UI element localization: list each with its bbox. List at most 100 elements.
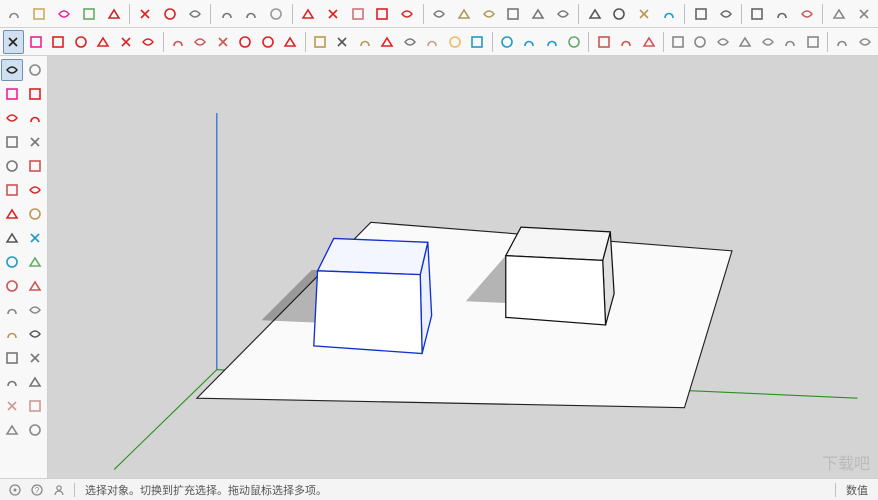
- pan-s-button[interactable]: [25, 323, 47, 345]
- walk-button[interactable]: [444, 30, 465, 54]
- prev-button[interactable]: [616, 30, 637, 54]
- credits-icon[interactable]: ?: [28, 481, 46, 499]
- roof3-button[interactable]: [735, 30, 756, 54]
- roof6-button[interactable]: [803, 30, 824, 54]
- entity-info-button[interactable]: [77, 2, 100, 26]
- offset2-button[interactable]: [212, 30, 233, 54]
- window-s-button[interactable]: [1, 395, 23, 417]
- freehand-s-button[interactable]: [25, 107, 47, 129]
- follow2-s-button[interactable]: [1, 251, 23, 273]
- freehand-button[interactable]: [134, 2, 157, 26]
- style2-button[interactable]: [771, 2, 794, 26]
- move2-button[interactable]: [138, 30, 159, 54]
- preset-s-button[interactable]: [25, 419, 47, 441]
- scale-s-button[interactable]: [1, 227, 23, 249]
- style1-button[interactable]: [746, 2, 769, 26]
- rot-s-button[interactable]: [25, 203, 47, 225]
- solid-union-button[interactable]: [527, 2, 550, 26]
- rotate-button[interactable]: [371, 2, 394, 26]
- shape-s-button[interactable]: [25, 155, 47, 177]
- camera-button[interactable]: [827, 2, 850, 26]
- window-zoom-button[interactable]: [564, 30, 585, 54]
- protractor-button[interactable]: [354, 30, 375, 54]
- profile-icon[interactable]: [50, 481, 68, 499]
- solid-subtract-button[interactable]: [477, 2, 500, 26]
- arc2-button[interactable]: [71, 30, 92, 54]
- axes-button[interactable]: [377, 30, 398, 54]
- home-button[interactable]: [3, 2, 26, 26]
- push-pull-button[interactable]: [321, 2, 344, 26]
- house-button[interactable]: [668, 30, 689, 54]
- offset-button[interactable]: [265, 2, 288, 26]
- select-s-button[interactable]: [1, 59, 23, 81]
- 3dtext-button[interactable]: [399, 30, 420, 54]
- curve-s-button[interactable]: [25, 251, 47, 273]
- shape-button[interactable]: [240, 2, 263, 26]
- push-s-button[interactable]: [1, 179, 23, 201]
- movetool-button[interactable]: [258, 30, 279, 54]
- label-s-button[interactable]: [25, 395, 47, 417]
- pan-button[interactable]: [519, 30, 540, 54]
- tape-s-button[interactable]: [1, 275, 23, 297]
- orbit-button[interactable]: [496, 30, 517, 54]
- solid-trim-button[interactable]: [502, 2, 525, 26]
- zoom-s-button[interactable]: [1, 347, 23, 369]
- line-s-button[interactable]: [1, 83, 23, 105]
- viewport[interactable]: [48, 56, 878, 478]
- line-button[interactable]: [48, 30, 69, 54]
- off-s-button[interactable]: [25, 227, 47, 249]
- circle-tool-button[interactable]: [215, 2, 238, 26]
- zoom-button[interactable]: [541, 30, 562, 54]
- select-button[interactable]: [3, 30, 24, 54]
- circle-s-button[interactable]: [25, 131, 47, 153]
- rotatetool-button[interactable]: [280, 30, 301, 54]
- freehand2-button[interactable]: [93, 30, 114, 54]
- follow-s-button[interactable]: [25, 179, 47, 201]
- model-info-button[interactable]: [28, 2, 51, 26]
- scale2-button[interactable]: [190, 30, 211, 54]
- shadow-button[interactable]: [852, 2, 875, 26]
- text-button[interactable]: [583, 2, 606, 26]
- dimension-button[interactable]: [608, 2, 631, 26]
- poly-s-button[interactable]: [1, 155, 23, 177]
- push-button[interactable]: [116, 30, 137, 54]
- section-s-button[interactable]: [25, 299, 47, 321]
- layer-button[interactable]: [832, 30, 853, 54]
- materials-button[interactable]: [53, 2, 76, 26]
- paint-s-button[interactable]: [25, 83, 47, 105]
- tape2-button[interactable]: [309, 30, 330, 54]
- extents-button[interactable]: [593, 30, 614, 54]
- outer-shell-button[interactable]: [428, 2, 451, 26]
- components-button[interactable]: [102, 2, 125, 26]
- dim-s-button[interactable]: [1, 299, 23, 321]
- roof4-button[interactable]: [758, 30, 779, 54]
- section-display-button[interactable]: [714, 2, 737, 26]
- roof5-button[interactable]: [780, 30, 801, 54]
- followme2-button[interactable]: [235, 30, 256, 54]
- tape-button[interactable]: [633, 2, 656, 26]
- geo-location-icon[interactable]: [6, 481, 24, 499]
- position-button[interactable]: [638, 30, 659, 54]
- style-s-button[interactable]: [1, 419, 23, 441]
- extent-s-button[interactable]: [25, 347, 47, 369]
- axis-button[interactable]: [658, 2, 681, 26]
- rect-s-button[interactable]: [1, 131, 23, 153]
- paint-bucket-button[interactable]: [26, 30, 47, 54]
- arc-s-button[interactable]: [1, 107, 23, 129]
- eraser-s-button[interactable]: [25, 59, 47, 81]
- model-scene[interactable]: [48, 56, 878, 478]
- rectangle-button[interactable]: [184, 2, 207, 26]
- roof1-button[interactable]: [690, 30, 711, 54]
- move-s-button[interactable]: [1, 203, 23, 225]
- layer-s-button[interactable]: [25, 371, 47, 393]
- move-button[interactable]: [396, 2, 419, 26]
- text-s-button[interactable]: [25, 275, 47, 297]
- section2-button[interactable]: [422, 30, 443, 54]
- solid-split-button[interactable]: [552, 2, 575, 26]
- follow-me-button[interactable]: [297, 2, 320, 26]
- arc-button[interactable]: [159, 2, 182, 26]
- scale-button[interactable]: [346, 2, 369, 26]
- roof2-button[interactable]: [713, 30, 734, 54]
- solid-intersect-button[interactable]: [452, 2, 475, 26]
- rotate2-button[interactable]: [167, 30, 188, 54]
